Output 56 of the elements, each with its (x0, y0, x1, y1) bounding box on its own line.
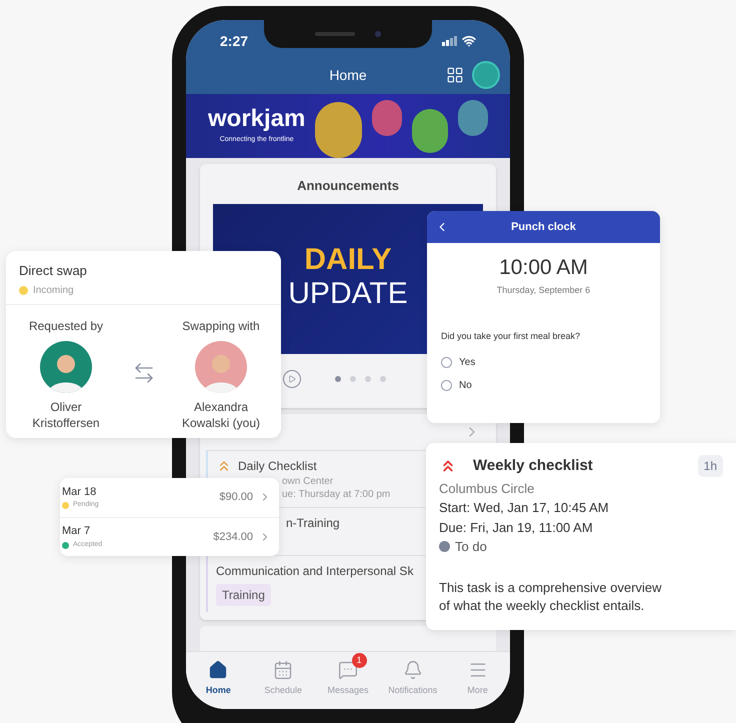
task-title: Daily Checklist (238, 458, 317, 475)
payment-date: Mar 7 (62, 524, 92, 540)
tab-item[interactable]: 1 Messages (316, 653, 380, 698)
status-time: 2:27 (220, 32, 248, 50)
card-title: Direct swap (19, 262, 88, 280)
header-title: Home (329, 66, 367, 84)
card-title: Announcements (296, 177, 400, 195)
chat-bubble-icon (338, 660, 358, 680)
wifi-icon (462, 34, 476, 48)
tab-item[interactable]: Home (186, 653, 251, 698)
start-time: Start: Wed, Jan 17, 10:45 AM (439, 499, 610, 517)
payment-date: Mar 18 (62, 484, 98, 500)
photo-placeholder (458, 100, 488, 136)
play-icon (288, 374, 296, 382)
photo-placeholder (372, 100, 402, 136)
home-icon (208, 660, 228, 680)
slide-title: DAILY (304, 244, 392, 275)
badge: 1 (352, 653, 367, 668)
task-description: This task is a comprehensive overview of what the weekly checklist entails. (439, 578, 663, 614)
bell-icon (402, 660, 423, 680)
status-label: Incoming (33, 284, 74, 298)
task-title: Communication and Interpersonal Sk (216, 563, 414, 580)
card-title: Weekly checklist (473, 456, 594, 476)
play-button[interactable] (283, 370, 301, 388)
photo-placeholder (412, 109, 448, 153)
person-avatar (40, 340, 92, 392)
task-detail: ue: Thursday at 7:00 pm (282, 488, 390, 501)
clock-date: Thursday, September 6 (496, 284, 592, 297)
task-title: n-Training (286, 515, 340, 532)
radio-button[interactable] (441, 357, 452, 368)
signal-icon (442, 36, 458, 46)
grid-icon[interactable] (446, 66, 464, 84)
photo-placeholder (315, 102, 362, 158)
duration-badge: 1h (698, 455, 723, 478)
radio-button[interactable] (441, 380, 452, 391)
option-label: No (459, 379, 472, 393)
person-name: Oliver Kristoffersen (31, 398, 101, 430)
payment-amount: $234.00 (213, 530, 253, 544)
calendar-icon (273, 660, 294, 680)
person-avatar (195, 340, 247, 392)
card-title: Punch clock (511, 220, 576, 235)
radio-option[interactable]: No (441, 378, 646, 393)
status-label: To do (455, 538, 487, 556)
location: Columbus Circle (439, 480, 536, 498)
due-time: Due: Fri, Jan 19, 11:00 AM (439, 518, 594, 536)
task-detail: own Center (282, 475, 334, 488)
person-name: Alexandra Kowalski (you) (180, 398, 262, 430)
option-label: Yes (459, 356, 476, 370)
clock-time: 10:00 AM (498, 257, 589, 278)
logo-wordmark: workjam (208, 106, 306, 131)
slide-subtitle: UPDATE (288, 276, 408, 312)
radio-option[interactable]: Yes (441, 355, 646, 370)
task-tag: Training (216, 584, 271, 606)
person-role: Requested by (28, 318, 104, 334)
payment-amount: $90.00 (219, 490, 253, 505)
profile-avatar[interactable] (472, 61, 500, 89)
